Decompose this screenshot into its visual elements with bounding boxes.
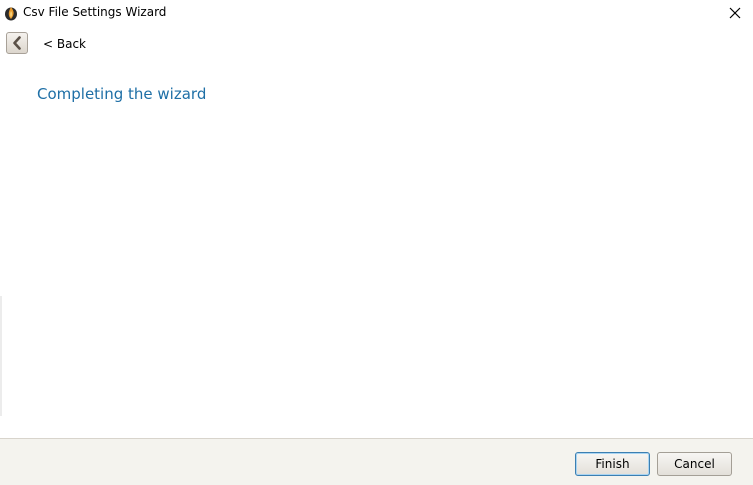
title-bar: Csv File Settings Wizard	[0, 0, 753, 26]
window-title: Csv File Settings Wizard	[23, 5, 167, 19]
left-edge-divider	[0, 296, 2, 416]
button-bar: Finish Cancel	[0, 438, 753, 485]
cancel-button[interactable]: Cancel	[657, 452, 732, 476]
finish-button[interactable]: Finish	[575, 452, 650, 476]
close-button[interactable]	[717, 0, 753, 26]
page-title: Completing the wizard	[37, 85, 207, 103]
close-icon	[729, 7, 741, 19]
flame-app-icon	[4, 5, 18, 21]
wizard-content	[0, 110, 753, 438]
back-link[interactable]: < Back	[43, 37, 86, 51]
chevron-left-icon	[13, 36, 21, 50]
back-arrow-button[interactable]	[6, 32, 28, 54]
wizard-window: Csv File Settings Wizard < Back Completi…	[0, 0, 753, 485]
